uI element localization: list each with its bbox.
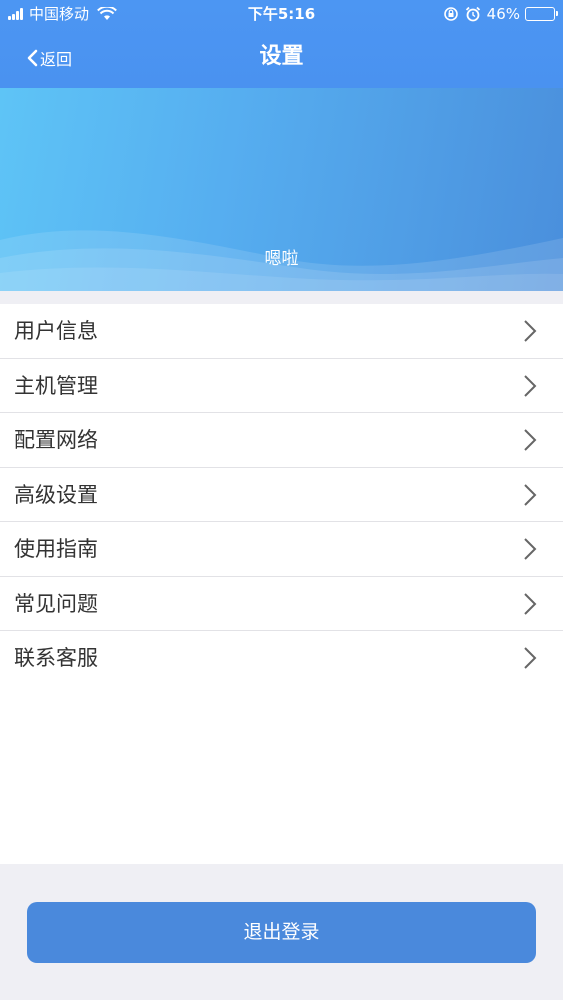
menu-item-label: 联系客服 (14, 646, 98, 670)
menu-item-label: 主机管理 (14, 373, 98, 398)
menu-item-label: 使用指南 (14, 537, 98, 561)
chevron-right-icon (524, 429, 537, 451)
chevron-right-icon (524, 647, 537, 669)
nav-bar: 返回 设置 (0, 28, 563, 88)
menu-item-host-management[interactable]: 主机管理 (0, 359, 563, 413)
username-text: 嗯啦 (264, 249, 299, 269)
menu-item-label: 配置网络 (14, 428, 98, 452)
menu-item-advanced-settings[interactable]: 高级设置 (0, 468, 563, 522)
menu-item-network-config[interactable]: 配置网络 (0, 413, 563, 468)
menu-item-user-info[interactable]: 用户信息 (0, 304, 563, 359)
menu-item-label: 常见问题 (14, 591, 98, 616)
orientation-lock-icon (443, 7, 458, 21)
alarm-icon (465, 6, 480, 22)
battery-icon (525, 7, 558, 21)
chevron-right-icon (524, 592, 537, 615)
status-right: 46% (443, 0, 558, 28)
list-empty-area (0, 685, 563, 864)
menu-item-user-guide[interactable]: 使用指南 (0, 522, 563, 577)
logout-button[interactable]: 退出登录 (27, 902, 536, 963)
settings-list: 用户信息 主机管理 配置网络 高级设置 使用指南 常见问题 联系客服 (0, 304, 563, 686)
menu-item-faq[interactable]: 常见问题 (0, 577, 563, 631)
chevron-right-icon (524, 320, 537, 342)
chevron-right-icon (524, 483, 537, 506)
page-title: 设置 (259, 44, 304, 69)
chevron-right-icon (524, 538, 537, 560)
menu-item-contact-support[interactable]: 联系客服 (0, 631, 563, 686)
menu-item-label: 用户信息 (14, 319, 98, 343)
status-bar: 中国移动 下午5:16 46% (0, 0, 563, 28)
chevron-right-icon (524, 374, 537, 397)
battery-percent: 46% (486, 5, 520, 23)
menu-item-label: 高级设置 (14, 482, 98, 507)
top-header: 中国移动 下午5:16 46% 返回 设置 (0, 0, 563, 88)
